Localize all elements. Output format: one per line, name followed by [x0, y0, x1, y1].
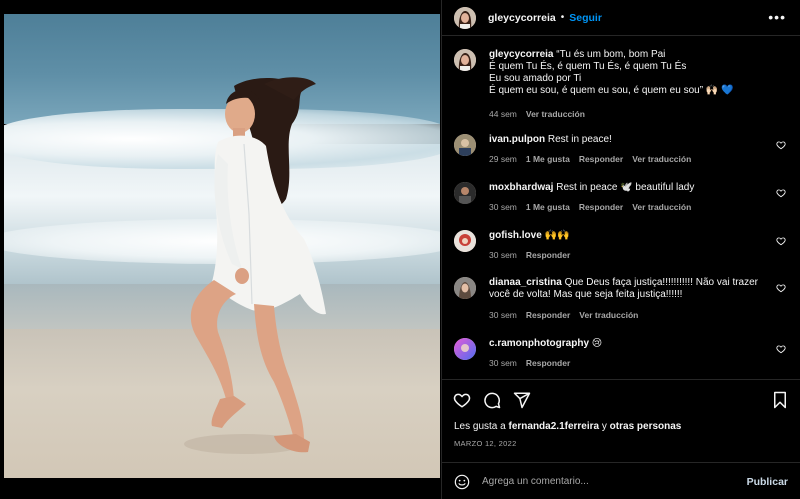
commenter-avatar[interactable]	[454, 134, 476, 156]
caption-line-4: É quem eu sou, é quem eu sou, é quem eu …	[489, 85, 734, 96]
action-icons	[453, 391, 531, 409]
comment-body-line-1: Que Deus faça justiça!!!!!!!!!!! Não vai…	[564, 277, 759, 288]
translate-link[interactable]: Ver traducción	[632, 202, 691, 212]
comment-like-heart-icon[interactable]	[776, 140, 786, 150]
comment-likes[interactable]: 1 Me gusta	[526, 154, 570, 164]
comment-like-heart-icon[interactable]	[776, 344, 786, 354]
comment-meta: 30 sem 1 Me gusta Responder Ver traducci…	[489, 202, 691, 212]
author-username[interactable]: gleycycorreia	[488, 12, 556, 24]
caption-text: gleycycorreia “Tu és um bom, bom Pai É q…	[489, 49, 779, 97]
post-header: gleycycorreia • Seguir •••	[442, 0, 800, 36]
comment-body: 😢	[591, 338, 603, 349]
comment-time[interactable]: 30 sem	[489, 358, 517, 368]
comment-body: Rest in peace!	[547, 134, 612, 145]
caption-meta: 44 sem Ver traducción	[489, 109, 585, 119]
reply-button[interactable]: Responder	[526, 250, 570, 260]
comment-like-heart-icon[interactable]	[776, 188, 786, 198]
comment-body: 🙌🙌	[544, 230, 570, 241]
caption-line-1: “Tu és um bom, bom Pai	[556, 49, 666, 60]
post-sidebar: gleycycorreia • Seguir ••• gleycycorreia…	[441, 0, 800, 499]
comment-time[interactable]: 30 sem	[489, 202, 517, 212]
likes-user[interactable]: fernanda2.1ferreira	[509, 421, 600, 432]
reply-button[interactable]: Responder	[579, 202, 623, 212]
author-avatar[interactable]	[454, 6, 476, 29]
caption-time[interactable]: 44 sem	[489, 109, 517, 119]
caption-translate-link[interactable]: Ver traducción	[526, 109, 585, 119]
comments-list[interactable]: gleycycorreia “Tu és um bom, bom Pai É q…	[442, 37, 800, 378]
caption-avatar[interactable]	[454, 49, 476, 71]
commenter-avatar[interactable]	[454, 338, 476, 360]
caption-line-2: É quem Tu És, é quem Tu És, é quem Tu És	[489, 61, 687, 72]
comment-body-line-2: você de volta! Mas que seja feita justiç…	[489, 289, 683, 300]
comment-text: dianaa_cristina Que Deus faça justiça!!!…	[489, 277, 779, 301]
comment-time[interactable]: 29 sem	[489, 154, 517, 164]
comment-username[interactable]: gofish.love	[489, 230, 542, 241]
comment-body: Rest in peace 🕊️ beautiful lady	[556, 182, 695, 193]
caption-line-3: Eu sou amado por Ti	[489, 73, 582, 84]
heart-icon[interactable]	[453, 391, 471, 409]
comment-meta: 30 sem Responder	[489, 358, 570, 368]
reply-button[interactable]: Responder	[526, 358, 570, 368]
bookmark-button[interactable]	[772, 391, 788, 409]
comment-text: ivan.pulpon Rest in peace!	[489, 134, 779, 146]
comment-username[interactable]: c.ramonphotography	[489, 338, 589, 349]
commenter-avatar[interactable]	[454, 182, 476, 204]
comment-username[interactable]: ivan.pulpon	[489, 134, 545, 145]
comment-meta: 30 sem Responder Ver traducción	[489, 310, 638, 320]
comment-like-heart-icon[interactable]	[776, 236, 786, 246]
comment-composer: Agrega un comentario... Publicar	[442, 462, 800, 499]
likes-summary[interactable]: Les gusta a fernanda2.1ferreira y otras …	[454, 421, 681, 432]
likes-prefix: Les gusta a	[454, 421, 506, 432]
more-horizontal-icon[interactable]: •••	[768, 10, 786, 24]
publish-button[interactable]: Publicar	[747, 476, 788, 488]
comment-text: moxbhardwaj Rest in peace 🕊️ beautiful l…	[489, 182, 779, 194]
comment-meta: 30 sem Responder	[489, 250, 570, 260]
post-photo[interactable]	[0, 0, 441, 499]
comment-time[interactable]: 30 sem	[489, 250, 517, 260]
follow-button[interactable]: Seguir	[569, 12, 602, 24]
comment-text: gofish.love 🙌🙌	[489, 230, 779, 242]
post-actions: Les gusta a fernanda2.1ferreira y otras …	[442, 379, 800, 499]
commenter-avatar[interactable]	[454, 277, 476, 299]
bookmark-icon[interactable]	[772, 391, 788, 409]
likes-connector: y	[601, 421, 607, 432]
separator-dot: •	[560, 12, 565, 23]
comment-username[interactable]: moxbhardwaj	[489, 182, 553, 193]
comment-icon[interactable]	[483, 391, 501, 409]
emoji-icon[interactable]	[454, 474, 470, 490]
comment-meta: 29 sem 1 Me gusta Responder Ver traducci…	[489, 154, 691, 164]
translate-link[interactable]: Ver traducción	[632, 154, 691, 164]
post-date[interactable]: MARZO 12, 2022	[454, 439, 517, 448]
comment-time[interactable]: 30 sem	[489, 310, 517, 320]
caption-username[interactable]: gleycycorreia	[489, 49, 554, 60]
comment-likes[interactable]: 1 Me gusta	[526, 202, 570, 212]
woman-figure	[184, 77, 326, 454]
beach-image	[4, 14, 440, 478]
reply-button[interactable]: Responder	[526, 310, 570, 320]
comment-text: c.ramonphotography 😢	[489, 338, 779, 350]
comment-like-heart-icon[interactable]	[776, 283, 786, 293]
comment-input[interactable]: Agrega un comentario...	[482, 476, 589, 487]
send-icon[interactable]	[513, 391, 531, 409]
likes-others[interactable]: otras personas	[610, 421, 682, 432]
comment-username[interactable]: dianaa_cristina	[489, 277, 562, 288]
reply-button[interactable]: Responder	[579, 154, 623, 164]
commenter-avatar[interactable]	[454, 230, 476, 252]
translate-link[interactable]: Ver traducción	[579, 310, 638, 320]
